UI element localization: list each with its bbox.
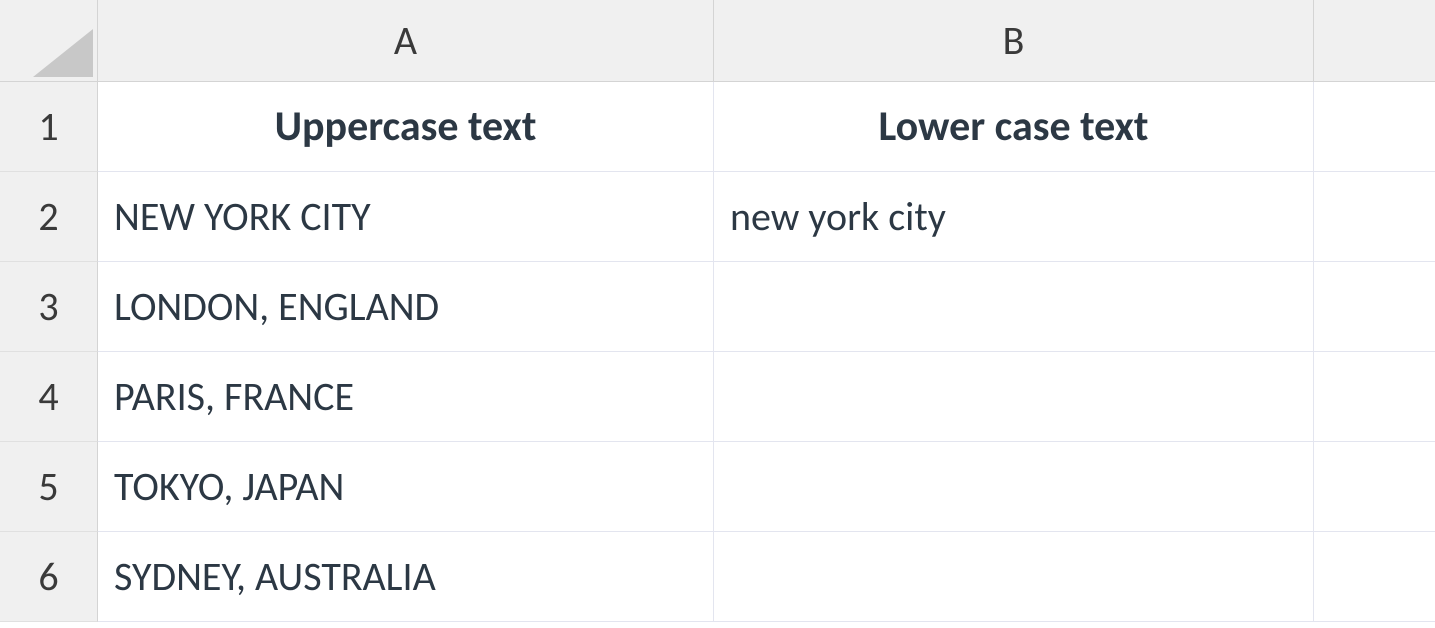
row-header-2[interactable]: 2 <box>0 172 98 262</box>
spreadsheet-grid: A B 1 Uppercase text Lower case text 2 N… <box>0 0 1435 628</box>
cell-A4[interactable]: PARIS, FRANCE <box>98 352 714 442</box>
row-header-1[interactable]: 1 <box>0 82 98 172</box>
select-all-corner[interactable] <box>0 0 98 82</box>
cell-A3[interactable]: LONDON, ENGLAND <box>98 262 714 352</box>
cell-B5[interactable] <box>714 442 1314 532</box>
cell-C1[interactable] <box>1314 82 1435 172</box>
cell-C2[interactable] <box>1314 172 1435 262</box>
row-header-3[interactable]: 3 <box>0 262 98 352</box>
cell-C3[interactable] <box>1314 262 1435 352</box>
row-header-6[interactable]: 6 <box>0 532 98 622</box>
cell-A5[interactable]: TOKYO, JAPAN <box>98 442 714 532</box>
column-header-B[interactable]: B <box>714 0 1314 82</box>
cell-B2[interactable]: new york city <box>714 172 1314 262</box>
cell-B3[interactable] <box>714 262 1314 352</box>
column-header-A[interactable]: A <box>98 0 714 82</box>
cell-B1[interactable]: Lower case text <box>714 82 1314 172</box>
cell-A1[interactable]: Uppercase text <box>98 82 714 172</box>
column-header-extra[interactable] <box>1314 0 1435 82</box>
cell-C5[interactable] <box>1314 442 1435 532</box>
cell-C4[interactable] <box>1314 352 1435 442</box>
cell-A2[interactable]: NEW YORK CITY <box>98 172 714 262</box>
row-header-5[interactable]: 5 <box>0 442 98 532</box>
cell-A6[interactable]: SYDNEY, AUSTRALIA <box>98 532 714 622</box>
cell-B6[interactable] <box>714 532 1314 622</box>
cell-B4[interactable] <box>714 352 1314 442</box>
row-header-4[interactable]: 4 <box>0 352 98 442</box>
cell-C6[interactable] <box>1314 532 1435 622</box>
